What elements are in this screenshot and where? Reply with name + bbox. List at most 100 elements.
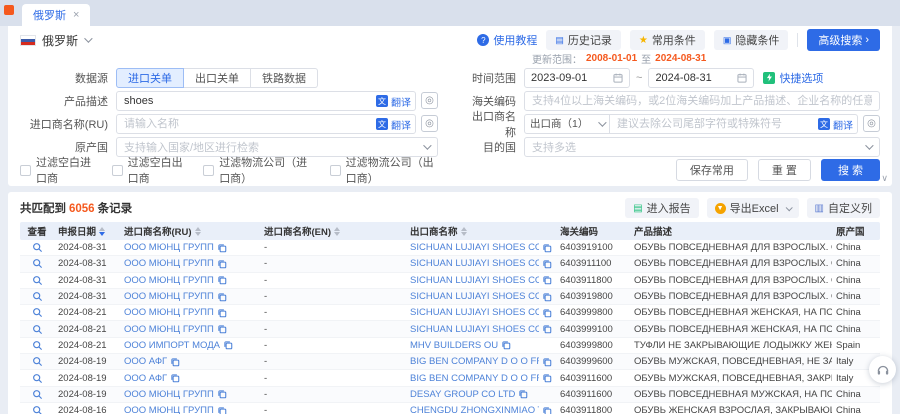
history-button[interactable]: ▤ 历史记录 [546, 30, 621, 50]
view-record-button[interactable] [20, 373, 54, 384]
filter-checkbox[interactable]: 过滤空白进口商 [20, 154, 94, 186]
importer-ru-link[interactable]: ООО МЮНЦ ГРУПП [124, 389, 214, 400]
copy-button[interactable] [217, 308, 227, 318]
copy-button[interactable] [170, 373, 180, 383]
view-record-button[interactable] [20, 356, 54, 367]
exact-match-icon[interactable]: ◎ [421, 115, 438, 132]
hs-code-input[interactable] [524, 91, 880, 111]
exporter-type-select[interactable]: 出口商（1） [524, 114, 610, 134]
view-record-button[interactable] [20, 405, 54, 414]
exporter-link[interactable]: CHENGDU ZHONGXINMIAO TRADING C [410, 405, 539, 414]
translate-button[interactable]: 文 翻译 [376, 94, 411, 109]
search-button[interactable]: 搜 索 [821, 159, 880, 181]
country-selector[interactable]: 俄罗斯 [20, 32, 90, 49]
copy-button[interactable] [217, 389, 227, 399]
copy-button[interactable] [501, 340, 511, 350]
view-record-button[interactable] [20, 324, 54, 335]
copy-button[interactable] [542, 259, 552, 269]
copy-button[interactable] [542, 308, 552, 318]
save-conditions-button[interactable]: 保存常用 [676, 159, 748, 181]
exporter-link[interactable]: SICHUAN LUJIAYI SHOES CO LTD [410, 324, 539, 335]
copy-button[interactable] [217, 406, 227, 414]
filter-checkbox[interactable]: 过滤空白出口商 [112, 154, 186, 186]
exporter-link[interactable]: SICHUAN LUJIAYI SHOES CO LTD [410, 275, 539, 286]
filter-checkbox[interactable]: 过滤物流公司（出口商） [330, 154, 438, 186]
copy-button[interactable] [542, 373, 552, 383]
exporter-link[interactable]: SICHUAN LUJIAYI SHOES CO LTD [410, 242, 539, 253]
copy-button[interactable] [217, 292, 227, 302]
copy-button[interactable] [217, 259, 227, 269]
copy-button[interactable] [217, 243, 227, 253]
copy-button[interactable] [542, 406, 552, 414]
enter-report-button[interactable]: ▤ 进入报告 [625, 198, 698, 218]
copy-button[interactable] [542, 324, 552, 334]
exporter-link[interactable]: SICHUAN LUJIAYI SHOES CO LTD [410, 258, 539, 269]
exporter-link[interactable]: SICHUAN LUJIAYI SHOES CO LTD [410, 307, 539, 318]
view-record-button[interactable] [20, 291, 54, 302]
data-source-tab[interactable]: 进口关单 [116, 68, 184, 88]
sort-icon[interactable] [99, 227, 105, 236]
translate-button[interactable]: 文 翻译 [376, 117, 411, 132]
start-date-input[interactable]: 2023-09-01 [524, 68, 630, 88]
view-record-button[interactable] [20, 275, 54, 286]
copy-button[interactable] [217, 324, 227, 334]
view-record-button[interactable] [20, 389, 54, 400]
view-record-button[interactable] [20, 307, 54, 318]
exact-match-icon[interactable]: ◎ [863, 115, 880, 132]
end-date-input[interactable]: 2024-08-31 [648, 68, 754, 88]
importer-ru-link[interactable]: ООО МЮНЦ ГРУПП [124, 291, 214, 302]
importer-ru-link[interactable]: ООО МЮНЦ ГРУПП [124, 242, 214, 253]
copy-button[interactable] [542, 357, 552, 367]
data-source-tab[interactable]: 铁路数据 [251, 68, 318, 88]
copy-button[interactable] [223, 340, 233, 350]
exact-match-icon[interactable]: ◎ [421, 92, 438, 109]
copy-button[interactable] [217, 275, 227, 285]
copy-button[interactable] [518, 389, 528, 399]
importer-ru-link[interactable]: ООО МЮНЦ ГРУПП [124, 275, 214, 286]
importer-ru-link[interactable]: ООО МЮНЦ ГРУПП [124, 307, 214, 318]
customize-columns-button[interactable]: ▥ 自定义列 [807, 198, 880, 218]
importer-ru-link[interactable]: ООО МЮНЦ ГРУПП [124, 258, 214, 269]
copy-button[interactable] [170, 357, 180, 367]
customer-service-button[interactable] [869, 356, 896, 383]
filter-checkbox[interactable]: 过滤物流公司（进口商） [203, 154, 311, 186]
view-record-button[interactable] [20, 258, 54, 269]
copy-button[interactable] [542, 275, 552, 285]
export-excel-button[interactable]: ▼ 导出Excel [707, 198, 799, 218]
importer-ru-link[interactable]: ООО АФГ [124, 356, 167, 367]
importer-ru-link[interactable]: ООО МЮНЦ ГРУПП [124, 405, 214, 414]
column-header[interactable]: 进口商名称(EN) [260, 224, 406, 238]
column-header[interactable]: 进口商名称(RU) [120, 224, 260, 238]
hide-conditions-button[interactable]: ▣ 隐藏条件 [714, 30, 789, 50]
importer-ru-link[interactable]: ООО АФГ [124, 373, 167, 384]
exporter-link[interactable]: SICHUAN LUJIAYI SHOES CO LTD [410, 291, 539, 302]
importer-ru-link[interactable]: ООО ИМПОРТ МОДА [124, 340, 220, 351]
favorite-conditions-button[interactable]: ★ 常用条件 [630, 30, 705, 50]
tutorial-button[interactable]: ? 使用教程 [477, 32, 537, 48]
sort-icon[interactable] [461, 227, 467, 236]
exporter-link[interactable]: BIG BEN COMPANY D O O FROM BEST T [410, 356, 539, 367]
tab-close-icon[interactable]: × [73, 9, 79, 21]
quick-options-button[interactable]: 快捷选项 [763, 70, 823, 86]
reset-button[interactable]: 重 置 [758, 159, 811, 181]
sort-icon[interactable] [334, 227, 340, 236]
sort-icon[interactable] [195, 227, 201, 236]
product-desc-input[interactable] [116, 91, 416, 111]
importer-input[interactable] [116, 114, 416, 134]
column-header[interactable]: 出口商名称 [406, 224, 556, 238]
data-source-tab[interactable]: 出口关单 [184, 68, 251, 88]
translate-button[interactable]: 文 翻译 [818, 117, 853, 132]
collapse-panel-icon[interactable]: ∨ [881, 173, 888, 184]
tab-russia[interactable]: 俄罗斯 × [22, 4, 90, 26]
exporter-link[interactable]: BIG BEN COMPANY D O O FROM BEST T [410, 373, 539, 384]
view-record-button[interactable] [20, 340, 54, 351]
importer-ru-link[interactable]: ООО МЮНЦ ГРУПП [124, 324, 214, 335]
exporter-link[interactable]: DESAY GROUP CO LTD [410, 389, 515, 400]
column-header[interactable]: 申报日期 [54, 224, 120, 238]
dest-country-select[interactable]: 支持多选 [524, 137, 880, 157]
exporter-link[interactable]: MHV BUILDERS OU [410, 340, 498, 351]
view-record-button[interactable] [20, 242, 54, 253]
advanced-search-button[interactable]: 高级搜索 › [807, 29, 880, 51]
copy-button[interactable] [542, 292, 552, 302]
copy-button[interactable] [542, 243, 552, 253]
